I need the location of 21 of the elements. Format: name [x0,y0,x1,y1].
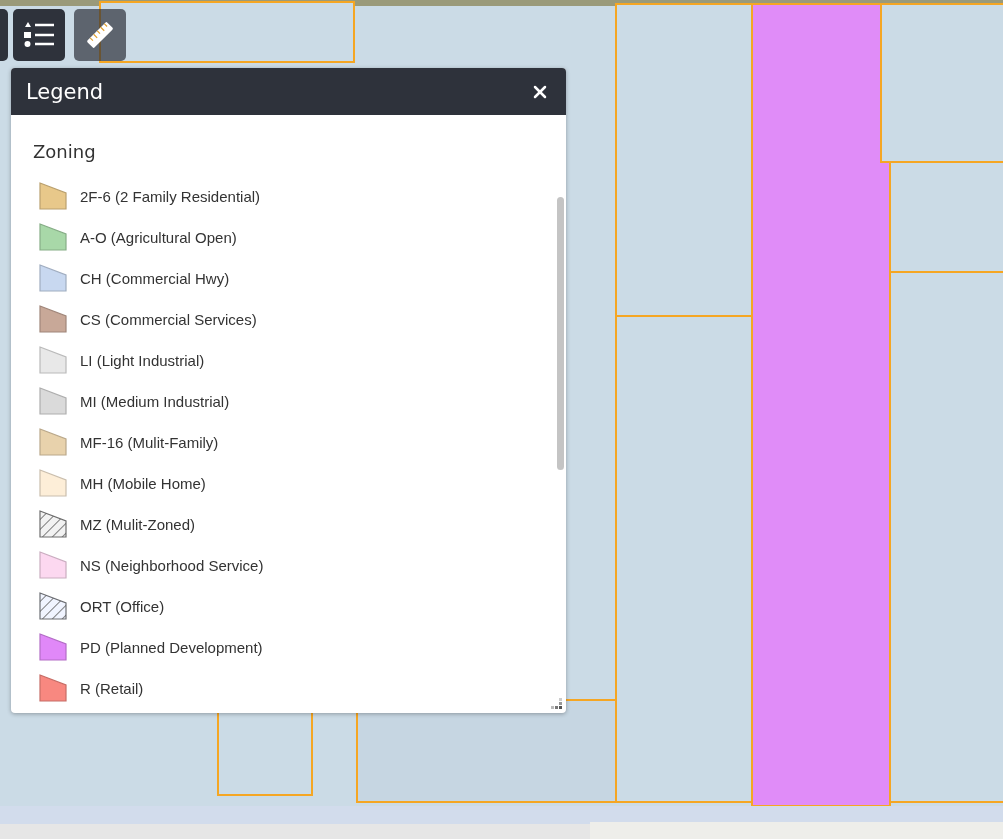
zone-label: PD (Planned Development) [80,638,263,656]
zone-label: A-O (Agricultural Open) [80,228,237,246]
scrollbar-thumb[interactable] [557,197,564,470]
zone-label: MI (Medium Industrial) [80,392,230,410]
resize-grip-icon[interactable] [551,698,563,710]
panel-title: Legend [26,79,104,104]
zone-label: LI (Light Industrial) [80,351,205,369]
zone-label: CH (Commercial Hwy) [80,269,230,287]
zone-label: MZ (Mulit-Zoned) [80,515,195,533]
zone-label: MH (Mobile Home) [80,474,206,492]
measure-button[interactable] [74,9,126,61]
zone-label: NS (Neighborhood Service) [80,556,264,574]
zone-label: R (Retail) [80,679,144,697]
zone-label: MF-16 (Mulit-Family) [80,433,219,451]
tool-button[interactable] [0,9,8,61]
zone-label: 2F-6 (2 Family Residential) [80,187,261,205]
zone-label: CS (Commercial Services) [80,310,257,328]
section-heading: Zoning [33,141,97,162]
zone-label: ORT (Office) [80,597,165,615]
list-icon [23,21,55,49]
legend-button[interactable] [13,9,65,61]
